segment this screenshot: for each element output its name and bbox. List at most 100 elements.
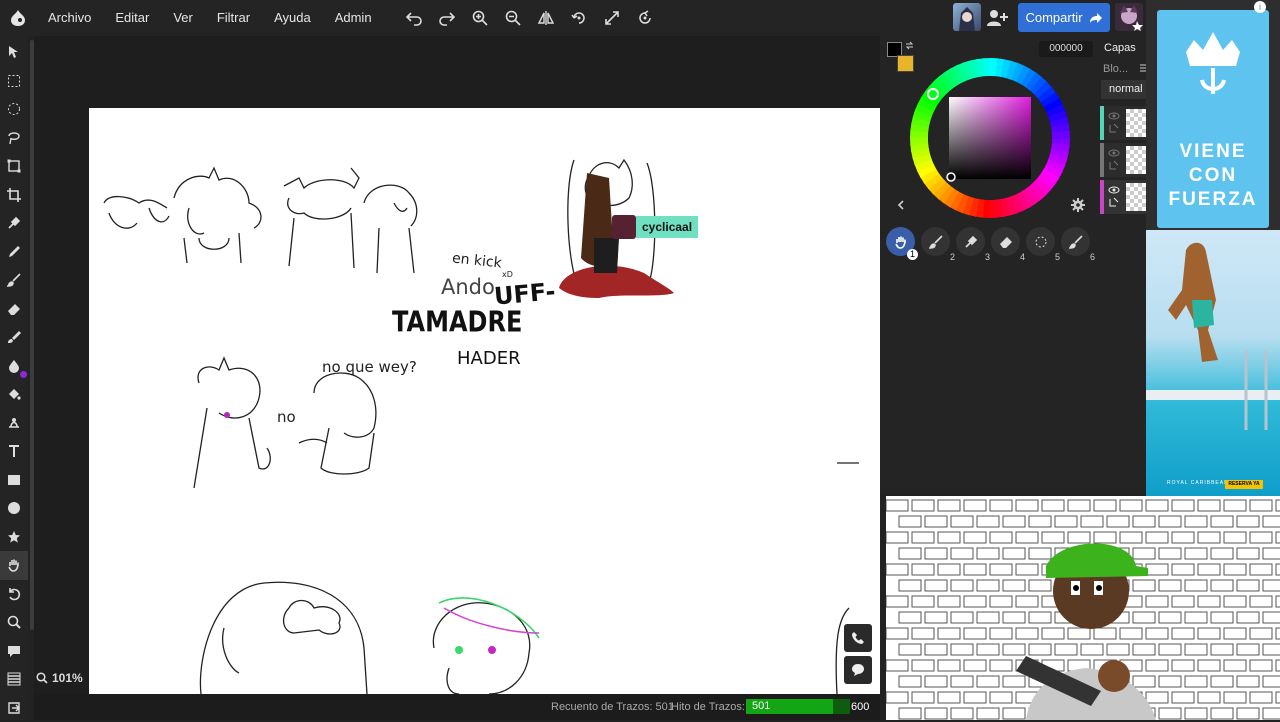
transform-icon[interactable] <box>0 152 28 181</box>
profile-avatar[interactable] <box>1115 3 1143 31</box>
lasso-icon[interactable] <box>0 124 28 153</box>
zoom-tool-icon[interactable] <box>0 608 28 637</box>
brush-preset-eraser[interactable]: 4 <box>991 227 1020 256</box>
eyedropper-icon[interactable] <box>0 209 28 238</box>
brick <box>899 644 921 655</box>
brick <box>1237 644 1259 655</box>
undo-icon[interactable] <box>398 0 431 36</box>
menu-ver[interactable]: Ver <box>161 0 205 36</box>
pencil-icon[interactable] <box>0 238 28 267</box>
brick <box>925 644 947 655</box>
ellipse-select-icon[interactable] <box>0 95 28 124</box>
zoom-out-icon[interactable] <box>497 0 530 36</box>
fullscreen-icon[interactable] <box>596 0 629 36</box>
menu-filtrar[interactable]: Filtrar <box>205 0 262 36</box>
history-undo-icon[interactable] <box>0 580 28 609</box>
menu-archivo[interactable]: Archivo <box>36 0 103 36</box>
chat-tool-icon[interactable] <box>0 637 28 666</box>
brick <box>899 676 921 687</box>
gear-icon[interactable] <box>1071 198 1085 212</box>
move-tool-icon[interactable] <box>0 38 28 67</box>
brick <box>1211 516 1233 527</box>
rectangle-tool-icon[interactable] <box>0 466 28 495</box>
redo-icon[interactable] <box>431 0 464 36</box>
video-overlay[interactable] <box>886 496 1280 720</box>
eye-icon[interactable] <box>1108 110 1120 134</box>
voice-call-button[interactable] <box>844 624 872 652</box>
layer-item[interactable] <box>1100 143 1146 177</box>
flip-icon[interactable] <box>530 0 563 36</box>
eye-icon[interactable] <box>1108 184 1120 208</box>
brick <box>1185 644 1207 655</box>
brick <box>1003 644 1025 655</box>
brush-preset-brush[interactable]: 2 <box>921 227 950 256</box>
crop-icon[interactable] <box>0 181 28 210</box>
brick <box>886 692 908 703</box>
smudge-icon[interactable] <box>0 323 28 352</box>
share-button[interactable]: Compartir <box>1018 3 1110 32</box>
zoom-value: 101% <box>52 671 83 685</box>
brick <box>886 532 908 543</box>
layer-item[interactable] <box>1100 106 1146 140</box>
user-avatar[interactable] <box>953 3 981 31</box>
brush-icon[interactable] <box>0 266 28 295</box>
zoom-indicator[interactable]: 101% <box>36 666 83 690</box>
brick <box>1263 708 1280 719</box>
chevron-left-icon[interactable] <box>896 200 906 210</box>
menu-editar[interactable]: Editar <box>103 0 161 36</box>
star-tool-icon[interactable] <box>0 523 28 552</box>
brick <box>1276 596 1280 607</box>
hand-tool-icon[interactable] <box>0 551 28 580</box>
workspace[interactable]: en kick xD Ando UFF- TAMADRE HADER no qu… <box>34 36 880 694</box>
hex-color-input[interactable]: 000000 <box>1039 41 1093 57</box>
eye-icon[interactable] <box>1108 147 1120 171</box>
rotate-icon[interactable] <box>563 0 596 36</box>
layer-item-active[interactable] <box>1100 180 1146 214</box>
export-tool-icon[interactable] <box>0 694 28 722</box>
text-tool-icon[interactable] <box>0 437 28 466</box>
brush-preset-hand[interactable]: 1 <box>886 227 915 256</box>
milestone-progress-fill: 501 <box>746 699 833 714</box>
brush-preset-pen[interactable]: 6 <box>1061 227 1090 256</box>
brick <box>1198 692 1220 703</box>
canvas-text-no: no <box>277 408 296 426</box>
drawing-canvas[interactable]: en kick xD Ando UFF- TAMADRE HADER no qu… <box>89 108 880 694</box>
dodge-icon[interactable] <box>0 409 28 438</box>
brick <box>912 564 934 575</box>
brick <box>1185 708 1207 719</box>
video-frame <box>886 496 1280 720</box>
brick <box>1133 612 1155 623</box>
ad-cta-button[interactable]: RESERVA YA <box>1225 480 1263 489</box>
brush-preset-select[interactable]: 5 <box>1026 227 1055 256</box>
magnifier-icon <box>36 672 48 684</box>
brick <box>1133 580 1155 591</box>
ellipse-tool-icon[interactable] <box>0 494 28 523</box>
ad-info-icon[interactable]: i <box>1254 1 1266 13</box>
swap-colors-icon[interactable] <box>905 41 914 50</box>
add-user-icon[interactable] <box>986 8 1008 28</box>
brush-number: 2 <box>950 252 955 262</box>
brush-number: 4 <box>1020 252 1025 262</box>
chat-button[interactable] <box>844 656 872 684</box>
app-logo-icon[interactable] <box>0 0 36 36</box>
stroke-count: Recuento de Trazos: 501 <box>551 701 674 713</box>
eraser-icon[interactable] <box>0 295 28 324</box>
menu-ayuda[interactable]: Ayuda <box>262 0 323 36</box>
settings-rotate-icon[interactable] <box>629 0 662 36</box>
zoom-in-icon[interactable] <box>464 0 497 36</box>
brick <box>1276 532 1280 543</box>
brick <box>899 516 921 527</box>
blend-mode-select[interactable]: normal <box>1101 80 1146 99</box>
brick <box>1172 596 1194 607</box>
brick <box>1224 532 1246 543</box>
rect-select-icon[interactable] <box>0 67 28 96</box>
brick <box>1276 500 1280 511</box>
color-wheel[interactable] <box>908 56 1072 220</box>
brush-preset-eyedropper[interactable]: 3 <box>956 227 985 256</box>
layers-tool-icon[interactable] <box>0 665 28 694</box>
menu-admin[interactable]: Admin <box>323 0 384 36</box>
stroke-milestone-label: Hito de Trazos: <box>671 701 745 713</box>
brick <box>951 548 973 559</box>
brick <box>1211 580 1233 591</box>
fill-bucket-icon[interactable] <box>0 380 28 409</box>
